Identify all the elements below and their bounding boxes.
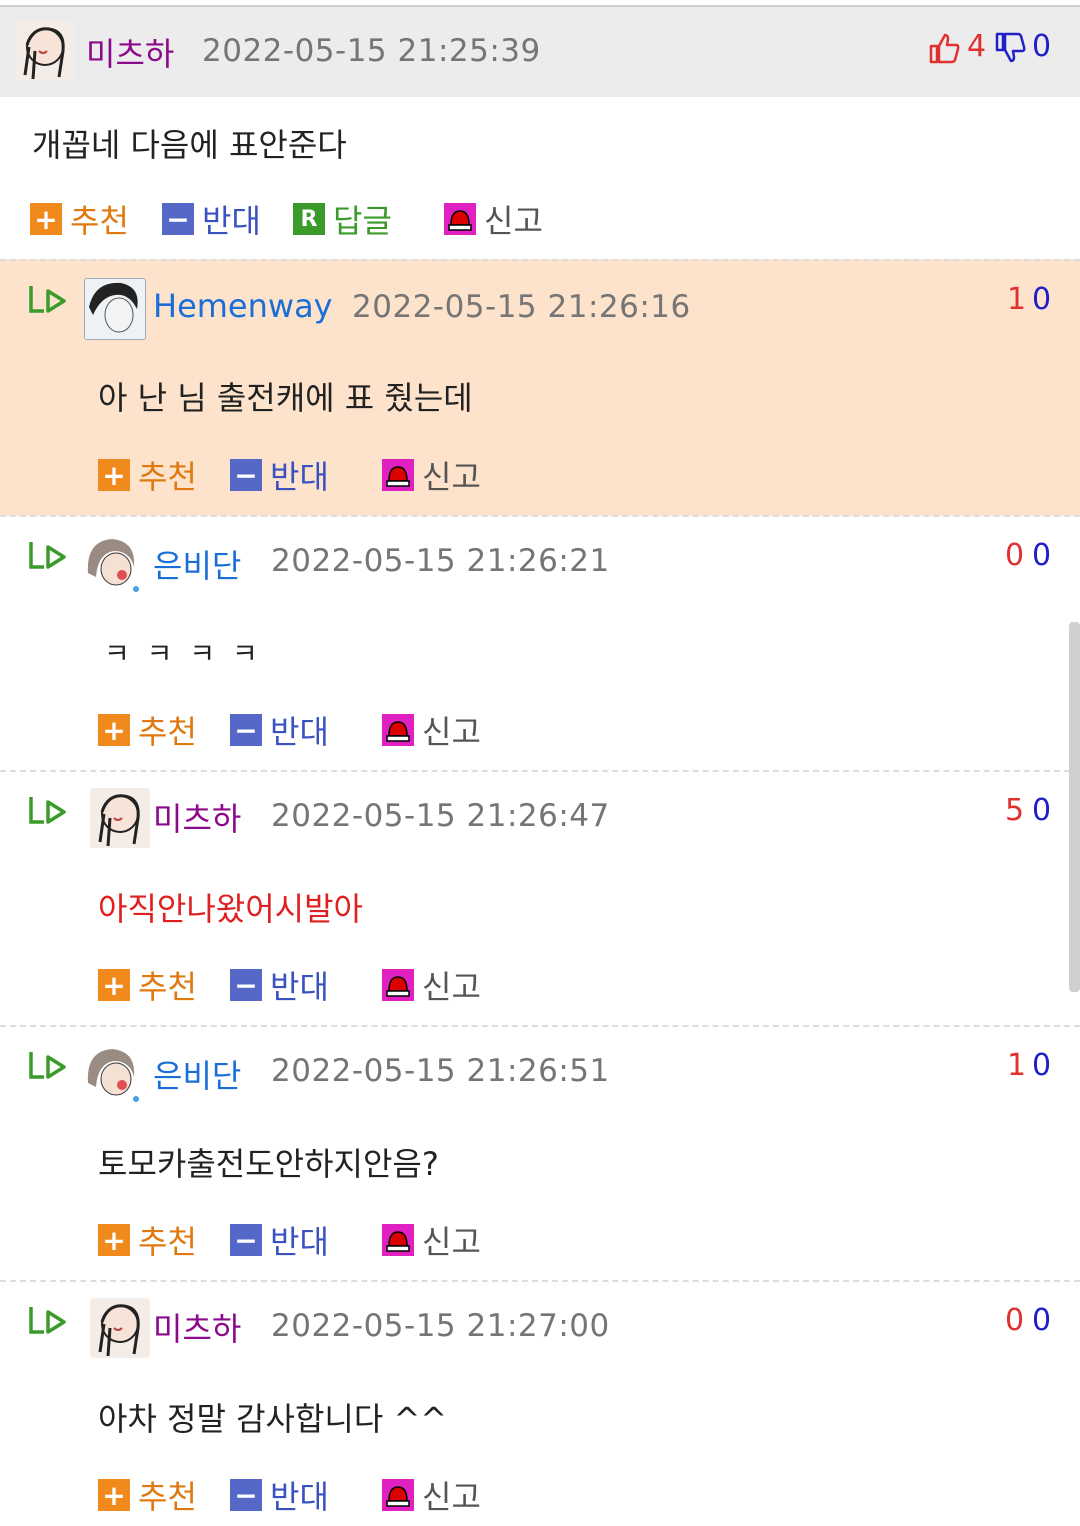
comment-main: 미츠하 2022-05-15 21:25:39 4 0 개꼽네 다음에 표안준다… bbox=[0, 7, 1080, 260]
reply-comment: 은비단 2022-05-15 21:26:51 1 0 토모카출전도안하지안음?… bbox=[0, 1025, 1080, 1281]
comment-actions: + 추천 − 반대 신고 bbox=[98, 1475, 598, 1516]
avatar[interactable] bbox=[90, 788, 150, 848]
thumbs-up-icon[interactable] bbox=[928, 31, 962, 65]
comment-actions: + 추천 − 반대 신고 bbox=[98, 455, 598, 496]
nickname[interactable]: 미츠하 bbox=[153, 794, 241, 840]
minus-icon: − bbox=[230, 969, 262, 1002]
reply-arrow-icon bbox=[28, 794, 68, 828]
scrollbar[interactable] bbox=[1069, 622, 1080, 992]
minus-icon: − bbox=[230, 1479, 262, 1512]
minus-icon: − bbox=[162, 203, 194, 236]
avatar[interactable] bbox=[84, 1043, 144, 1103]
reply-arrow-icon bbox=[28, 539, 68, 573]
report-button[interactable]: 신고 bbox=[382, 1220, 481, 1261]
comment-text: 아직안나왔어시발아 bbox=[98, 890, 363, 928]
plus-icon: + bbox=[98, 969, 130, 1002]
recommend-button[interactable]: + 추천 bbox=[30, 199, 129, 240]
siren-icon bbox=[382, 714, 414, 746]
recommend-button[interactable]: + 추천 bbox=[98, 965, 197, 1006]
comment-text: 아차 정말 감사합니다 ^^ bbox=[98, 1400, 448, 1438]
recommend-button[interactable]: + 추천 bbox=[98, 455, 197, 496]
comment-text: 토모카출전도안하지안음? bbox=[98, 1145, 439, 1183]
nickname[interactable]: 은비단 bbox=[153, 1051, 241, 1097]
comment-actions: + 추천 − 반대 신고 bbox=[98, 710, 598, 751]
downvote-count: 0 bbox=[1032, 29, 1052, 64]
comment-actions: + 추천 − 반대 R 답글 신고 bbox=[30, 199, 630, 240]
siren-icon bbox=[382, 1479, 414, 1511]
report-button[interactable]: 신고 bbox=[382, 965, 481, 1006]
oppose-button[interactable]: − 반대 bbox=[230, 1475, 329, 1516]
upvote-count: 0 bbox=[1005, 1303, 1025, 1338]
reply-comment: 미츠하 2022-05-15 21:26:47 5 0 아직안나왔어시발아 + 추… bbox=[0, 770, 1080, 1026]
nickname[interactable]: Hemenway bbox=[153, 287, 333, 325]
reply-button[interactable]: R 답글 bbox=[293, 199, 392, 240]
downvote-count: 0 bbox=[1032, 1303, 1052, 1338]
nickname[interactable]: 미츠하 bbox=[86, 29, 174, 75]
comment-header: 미츠하 2022-05-15 21:25:39 4 0 bbox=[0, 7, 1080, 97]
plus-icon: + bbox=[98, 459, 130, 492]
minus-icon: − bbox=[230, 459, 262, 492]
reply-arrow-icon bbox=[28, 1049, 68, 1083]
timestamp: 2022-05-15 21:27:00 bbox=[271, 1308, 610, 1344]
avatar[interactable] bbox=[84, 533, 144, 593]
minus-icon: − bbox=[230, 1224, 262, 1257]
timestamp: 2022-05-15 21:25:39 bbox=[202, 33, 541, 69]
timestamp: 2022-05-15 21:26:21 bbox=[271, 543, 610, 579]
report-button[interactable]: 신고 bbox=[382, 1475, 481, 1516]
avatar[interactable] bbox=[84, 278, 146, 340]
plus-icon: + bbox=[98, 1479, 130, 1512]
timestamp: 2022-05-15 21:26:16 bbox=[352, 289, 691, 325]
reply-icon: R bbox=[293, 203, 325, 235]
report-button[interactable]: 신고 bbox=[444, 199, 543, 240]
reply-comment: 은비단 2022-05-15 21:26:21 0 0 ㅋ ㅋ ㅋ ㅋ + 추천 … bbox=[0, 515, 1080, 771]
comment-actions: + 추천 − 반대 신고 bbox=[98, 1220, 598, 1261]
oppose-button[interactable]: − 반대 bbox=[230, 710, 329, 751]
upvote-count: 5 bbox=[1005, 793, 1025, 828]
avatar[interactable] bbox=[15, 21, 75, 81]
siren-icon bbox=[444, 203, 476, 235]
upvote-count: 4 bbox=[967, 29, 987, 64]
oppose-button[interactable]: − 반대 bbox=[162, 199, 261, 240]
downvote-count: 0 bbox=[1032, 1048, 1052, 1083]
siren-icon bbox=[382, 459, 414, 491]
reply-comment: Hemenway 2022-05-15 21:26:16 1 0 아 난 님 출… bbox=[0, 259, 1080, 516]
timestamp: 2022-05-15 21:26:51 bbox=[271, 1053, 610, 1089]
thumbs-down-icon[interactable] bbox=[994, 31, 1028, 65]
minus-icon: − bbox=[230, 714, 262, 747]
comment-text: 아 난 님 출전캐에 표 줬는데 bbox=[98, 379, 473, 417]
comment-text: 개꼽네 다음에 표안준다 bbox=[32, 126, 347, 164]
comment-actions: + 추천 − 반대 신고 bbox=[98, 965, 598, 1006]
top-border bbox=[0, 0, 1080, 7]
report-button[interactable]: 신고 bbox=[382, 710, 481, 751]
recommend-button[interactable]: + 추천 bbox=[98, 1220, 197, 1261]
plus-icon: + bbox=[30, 203, 62, 236]
nickname[interactable]: 은비단 bbox=[153, 541, 241, 587]
comment-text: ㅋ ㅋ ㅋ ㅋ bbox=[104, 637, 262, 670]
reply-comment: 미츠하 2022-05-15 21:27:00 0 0 아차 정말 감사합니다 … bbox=[0, 1280, 1080, 1526]
report-button[interactable]: 신고 bbox=[382, 455, 481, 496]
recommend-button[interactable]: + 추천 bbox=[98, 710, 197, 751]
downvote-count: 0 bbox=[1032, 282, 1052, 317]
upvote-count: 1 bbox=[1007, 282, 1027, 317]
siren-icon bbox=[382, 969, 414, 1001]
upvote-count: 0 bbox=[1005, 538, 1025, 573]
avatar[interactable] bbox=[90, 1298, 150, 1358]
upvote-count: 1 bbox=[1007, 1048, 1027, 1083]
recommend-button[interactable]: + 추천 bbox=[98, 1475, 197, 1516]
siren-icon bbox=[382, 1224, 414, 1256]
oppose-button[interactable]: − 반대 bbox=[230, 455, 329, 496]
oppose-button[interactable]: − 반대 bbox=[230, 1220, 329, 1261]
plus-icon: + bbox=[98, 1224, 130, 1257]
downvote-count: 0 bbox=[1032, 538, 1052, 573]
plus-icon: + bbox=[98, 714, 130, 747]
timestamp: 2022-05-15 21:26:47 bbox=[271, 798, 610, 834]
reply-arrow-icon bbox=[28, 283, 68, 317]
downvote-count: 0 bbox=[1032, 793, 1052, 828]
reply-arrow-icon bbox=[28, 1304, 68, 1338]
oppose-button[interactable]: − 반대 bbox=[230, 965, 329, 1006]
nickname[interactable]: 미츠하 bbox=[153, 1304, 241, 1350]
